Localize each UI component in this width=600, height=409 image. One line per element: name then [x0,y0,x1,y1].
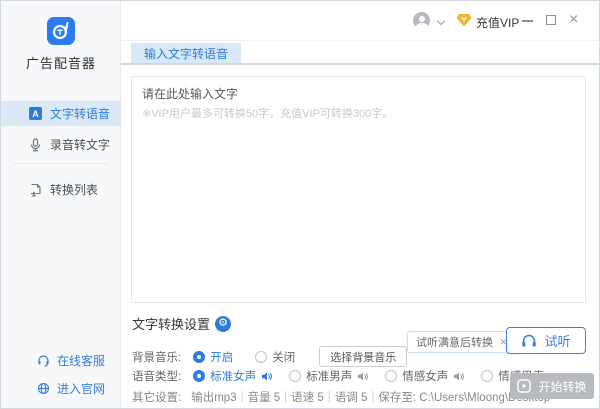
bgm-on-option[interactable]: 开启 [193,349,233,365]
sidebar-item-conversion-list[interactable]: 转换列表 [1,177,121,202]
input-placeholder: 请在此处输入文字 [142,87,239,101]
headphones-icon [522,334,537,347]
sidebar-item-online-support[interactable]: 在线客服 [1,350,121,370]
separator: | [327,391,331,403]
user-avatar[interactable] [413,12,430,29]
settings-title-label: 文字转换设置 [132,317,211,332]
text-to-speech-icon: A [29,107,42,120]
globe-icon [37,382,50,395]
other-settings-row: 其它设置: 输出mp3 | 音量 5 | 语速 5 | 语调 5 | 保存至: … [132,389,550,405]
app-window: 广告配音器 A 文字转语音 录音转文字 转换列表 在线客服 进入官网 充值VIP… [0,0,600,409]
sidebar-item-label: 录音转文字 [50,138,111,152]
vip-crown-icon[interactable] [456,12,472,28]
bgm-off-option[interactable]: 关闭 [255,349,295,365]
bgm-off-label: 关闭 [272,351,296,364]
footer-item-label: 进入官网 [57,381,106,396]
minimize-button[interactable] [522,20,533,22]
voice-type-label: 语音类型: [132,371,182,383]
footer-item-label: 在线客服 [57,353,106,368]
radio-icon[interactable] [385,370,398,382]
separator: | [371,391,375,403]
separator: | [284,391,288,403]
listen-button[interactable]: 试听 [506,327,586,354]
vip-limit-note: ※VIP用户最多可转换50字，充值VIP可转换300字。 [142,108,394,120]
conversion-list-icon [29,183,42,197]
sidebar-item-label: 转换列表 [50,183,99,197]
listen-button-label: 试听 [544,334,571,349]
other-settings-label: 其它设置: [132,392,182,404]
app-logo-icon [47,17,75,45]
sidebar-divider [13,163,109,164]
voice-option-standard-male[interactable]: 标准男声 [289,368,369,384]
maximize-button[interactable] [546,15,556,25]
settings-title: 文字转换设置 ⚙ [132,314,232,333]
sidebar-item-text-to-speech[interactable]: A 文字转语音 [1,101,121,126]
recharge-vip-button[interactable]: 充值VIP [476,14,519,31]
radio-off-icon[interactable] [255,350,268,363]
bgm-row: 背景音乐: 开启 关闭 选择背景音乐 [132,346,408,367]
radio-selected-icon[interactable] [193,370,206,382]
start-convert-button[interactable]: 开始转换 [510,373,594,399]
sidebar-item-speech-to-text[interactable]: 录音转文字 [1,132,121,157]
tab-input-text-to-speech[interactable]: 输入文字转语音 [131,43,242,64]
play-icon [517,379,532,393]
microphone-icon [29,137,42,152]
tone-value: 语调 5 [334,392,368,404]
voice-option-label: 标准男声 [306,371,353,383]
tab-underline [121,63,599,65]
close-button[interactable]: × [569,10,578,30]
bgm-label: 背景音乐: [132,351,182,364]
volume-value: 音量 5 [247,392,281,404]
separator: | [240,391,244,403]
gear-icon[interactable]: ⚙ [215,315,232,332]
voice-option-standard-female[interactable]: 标准女声 [193,368,273,384]
sidebar-item-label: 文字转语音 [50,107,111,121]
voice-option-label: 标准女声 [210,371,257,383]
app-title: 广告配音器 [25,56,96,71]
sidebar: 广告配音器 A 文字转语音 录音转文字 转换列表 在线客服 进入官网 [1,1,121,408]
speed-value: 语速 5 [291,392,324,404]
text-input-area[interactable]: 请在此处输入文字 ※VIP用户最多可转换50字，充值VIP可转换300字。 [131,76,586,303]
output-format-value: 输出mp3 [191,392,237,404]
listen-tooltip: 试听满意后转换 × [407,331,522,353]
tooltip-text: 试听满意后转换 [416,337,493,349]
headset-support-icon [37,354,50,367]
bgm-on-label: 开启 [210,351,234,364]
radio-on-icon[interactable] [193,350,206,363]
speaker-icon [358,372,369,380]
voice-option-emotional-female[interactable]: 情感女声 [385,368,465,384]
voice-option-label: 情感女声 [402,371,449,383]
speaker-icon [454,372,465,380]
voice-type-row: 语音类型: 标准女声 标准男声 情感女声 [132,368,561,384]
speaker-icon [262,372,273,380]
radio-icon[interactable] [289,370,302,382]
choose-bgm-button[interactable]: 选择背景音乐 [319,346,408,367]
radio-icon[interactable] [481,370,494,382]
convert-button-label: 开始转换 [538,379,587,394]
sidebar-item-official-site[interactable]: 进入官网 [1,378,121,398]
